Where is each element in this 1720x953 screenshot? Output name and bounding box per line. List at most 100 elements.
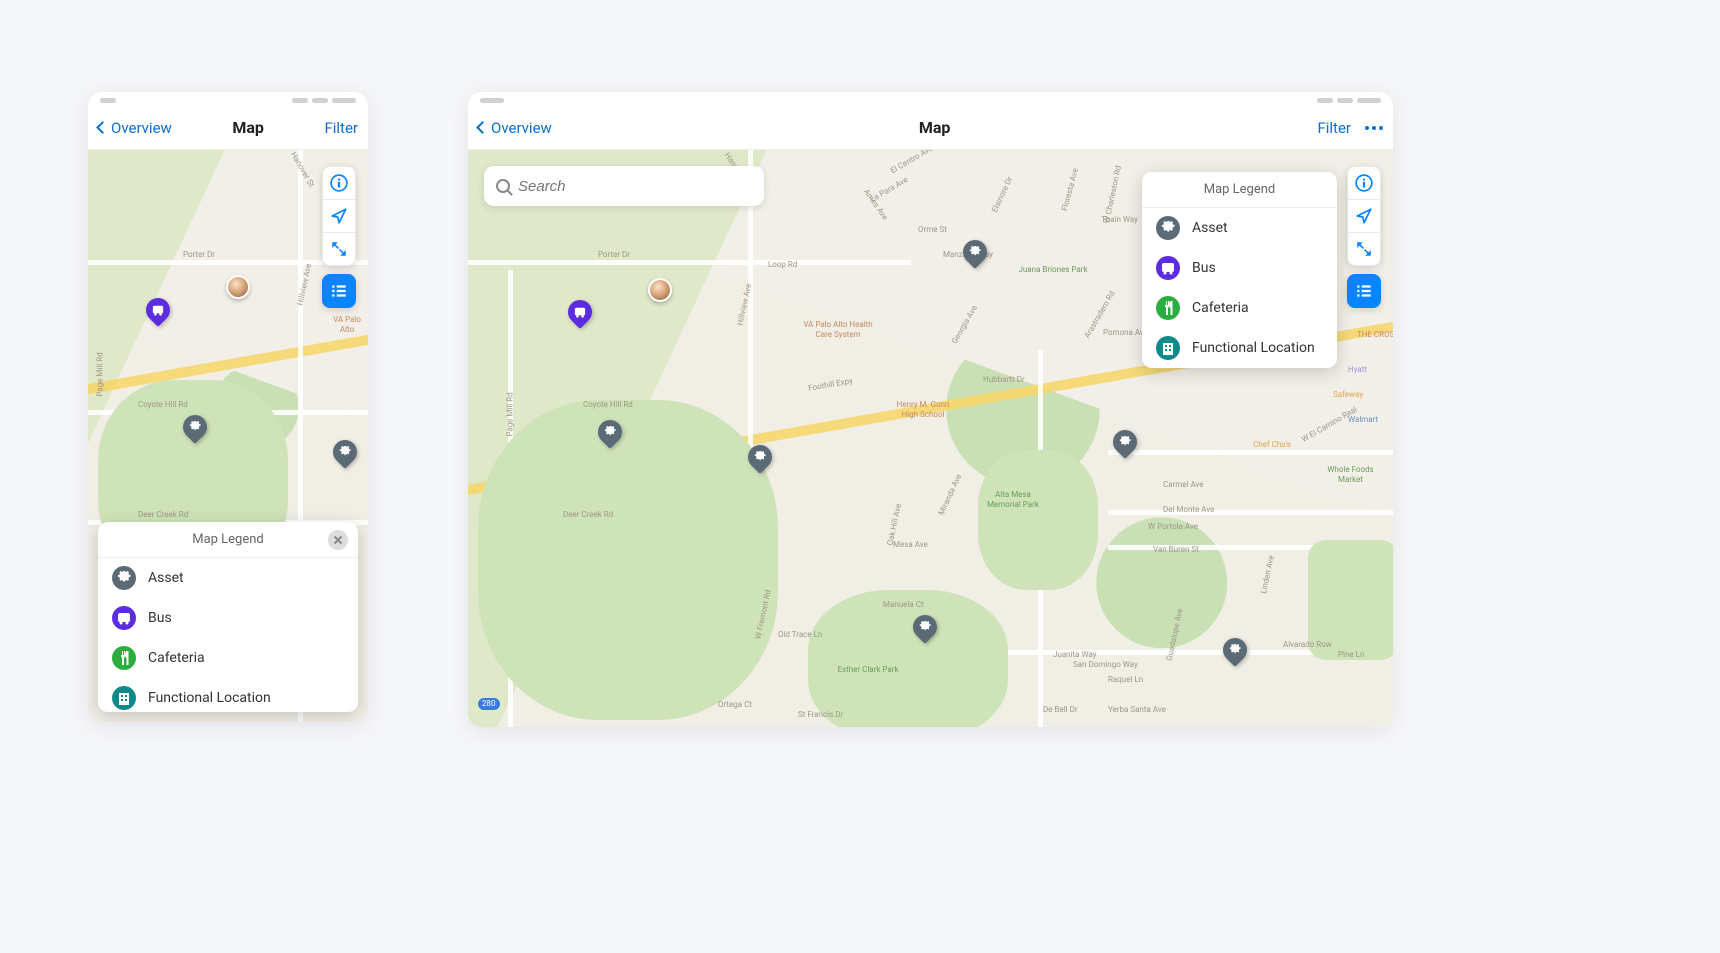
back-label: Overview [111, 119, 172, 137]
road-label: Yerba Santa Ave [1108, 705, 1166, 714]
road-label: Mesa Ave [893, 540, 928, 549]
building-icon [112, 686, 136, 710]
legend-item-label: Cafeteria [148, 650, 205, 666]
road-label: Pine Ln [1338, 650, 1364, 659]
fork-icon [1156, 296, 1180, 320]
road-label: Page Mill Rd [96, 352, 105, 396]
road-label: Van Buren St [1153, 545, 1199, 554]
tablet-device: Overview Map Filter Hanover St Porter Dr… [468, 92, 1393, 727]
gear-icon [1156, 216, 1180, 240]
map-toolbar [1347, 166, 1381, 316]
road-label: San Domingo Way [1073, 660, 1138, 669]
poi-label: Hyatt [1348, 365, 1367, 375]
poi-label: Whole Foods Market [1323, 465, 1378, 484]
legend-item: Cafeteria [1142, 288, 1337, 328]
map-toolbar [322, 166, 356, 316]
legend-toggle-button[interactable] [1347, 274, 1381, 308]
page-title: Map [232, 118, 264, 137]
road-label: Hubbartt Dr [983, 375, 1025, 384]
status-bar [468, 92, 1393, 106]
legend-list: AssetBusCafeteriaFunctional LocationSecu… [1142, 208, 1337, 368]
fork-icon [112, 646, 136, 670]
road-label: Porter Dr [183, 250, 215, 259]
road-label: Coyote Hill Rd [583, 400, 633, 409]
poi-label: Walmart [1348, 415, 1378, 425]
road-label: De Bell Dr [1043, 705, 1078, 714]
filter-button[interactable]: Filter [324, 119, 358, 137]
expand-button[interactable] [1347, 232, 1381, 266]
map-pin-avatar[interactable] [648, 278, 672, 302]
poi-label: Esther Clark Park [833, 665, 903, 675]
gear-icon [112, 566, 136, 590]
more-button[interactable] [1365, 126, 1383, 130]
search-input[interactable] [518, 178, 752, 195]
poi-label: Alta Mesa Memorial Park [978, 490, 1048, 509]
phone-device: Overview Map Filter Hanover St Porter Dr… [88, 92, 368, 722]
legend-item-label: Functional Location [148, 690, 271, 706]
map-canvas[interactable]: Hanover St Porter Dr Hillview Ave Coyote… [88, 150, 368, 722]
locate-button[interactable] [1347, 199, 1381, 233]
expand-button[interactable] [322, 232, 356, 266]
legend-item: Asset [98, 558, 358, 598]
poi-label: Juana Briones Park [1013, 265, 1093, 275]
chevron-left-icon [96, 121, 109, 134]
chevron-left-icon [476, 121, 489, 134]
road-label: Del Monte Ave [1163, 505, 1214, 514]
search-icon [496, 179, 510, 193]
search-box[interactable] [484, 166, 764, 206]
back-button[interactable]: Overview [478, 119, 552, 137]
back-label: Overview [491, 119, 552, 137]
legend-item-label: Bus [1192, 260, 1216, 276]
poi-label: Chef Chu's [1253, 440, 1291, 450]
road-label: St Francis Dr [798, 710, 843, 719]
road-label: Alvarado Row [1283, 640, 1332, 649]
back-button[interactable]: Overview [98, 119, 172, 137]
road-label: Thain Way [1101, 215, 1138, 224]
road-label: Coyote Hill Rd [138, 400, 188, 409]
legend-title: Map Legend [1142, 172, 1337, 208]
poi-label: VA Palo Alto [326, 315, 368, 334]
legend-title: Map Legend [98, 522, 358, 558]
legend-item: Functional Location [1142, 328, 1337, 368]
info-button[interactable] [322, 166, 356, 200]
poi-label: THE CROSS [1353, 330, 1393, 340]
legend-list[interactable]: AssetBusCafeteriaFunctional LocationSecu… [98, 558, 358, 712]
locate-button[interactable] [322, 199, 356, 233]
map-canvas[interactable]: Hanover St Porter Dr Hillview Ave Loop R… [468, 150, 1393, 727]
legend-panel: Map Legend Asset Bus Cafeteria Functional L… [1142, 172, 1337, 368]
road-label: Deer Creek Rd [563, 510, 613, 519]
road-label: Raquel Ln [1108, 675, 1143, 684]
legend-item: Bus [1142, 248, 1337, 288]
road-label: W Portola Ave [1148, 522, 1198, 531]
building-icon [1156, 336, 1180, 360]
poi-label: Henry M. Gunn High School [888, 400, 958, 419]
map-pin-avatar[interactable] [226, 275, 250, 299]
bus-icon [1156, 256, 1180, 280]
nav-bar: Overview Map Filter [88, 106, 368, 150]
legend-item-label: Functional Location [1192, 340, 1315, 356]
page-title: Map [919, 118, 951, 137]
legend-item-label: Cafeteria [1192, 300, 1249, 316]
highway-shield: 280 [478, 698, 500, 710]
road-label: Porter Dr [598, 250, 630, 259]
road-label: Manuela Ct [883, 600, 924, 609]
legend-item: Functional Location [98, 678, 358, 712]
legend-item: Bus [98, 598, 358, 638]
legend-item-label: Asset [148, 570, 184, 586]
status-bar [88, 92, 368, 106]
info-button[interactable] [1347, 166, 1381, 200]
bus-icon [112, 606, 136, 630]
road-label: Deer Creek Rd [138, 510, 188, 519]
filter-button[interactable]: Filter [1317, 119, 1351, 137]
legend-panel: Map Legend Asset Bus Cafeteria Functional L… [98, 522, 358, 712]
road-label: Old Trace Ln [778, 630, 822, 639]
legend-toggle-button[interactable] [322, 274, 356, 308]
poi-label: Safeway [1333, 390, 1363, 400]
poi-label: VA Palo Alto Health Care System [798, 320, 878, 339]
nav-bar: Overview Map Filter [468, 106, 1393, 150]
legend-close-button[interactable] [328, 530, 348, 550]
road-label: Ortega Ct [718, 700, 752, 709]
road-label: Orme St [918, 225, 947, 234]
legend-item-label: Asset [1192, 220, 1228, 236]
legend-item-label: Bus [148, 610, 172, 626]
